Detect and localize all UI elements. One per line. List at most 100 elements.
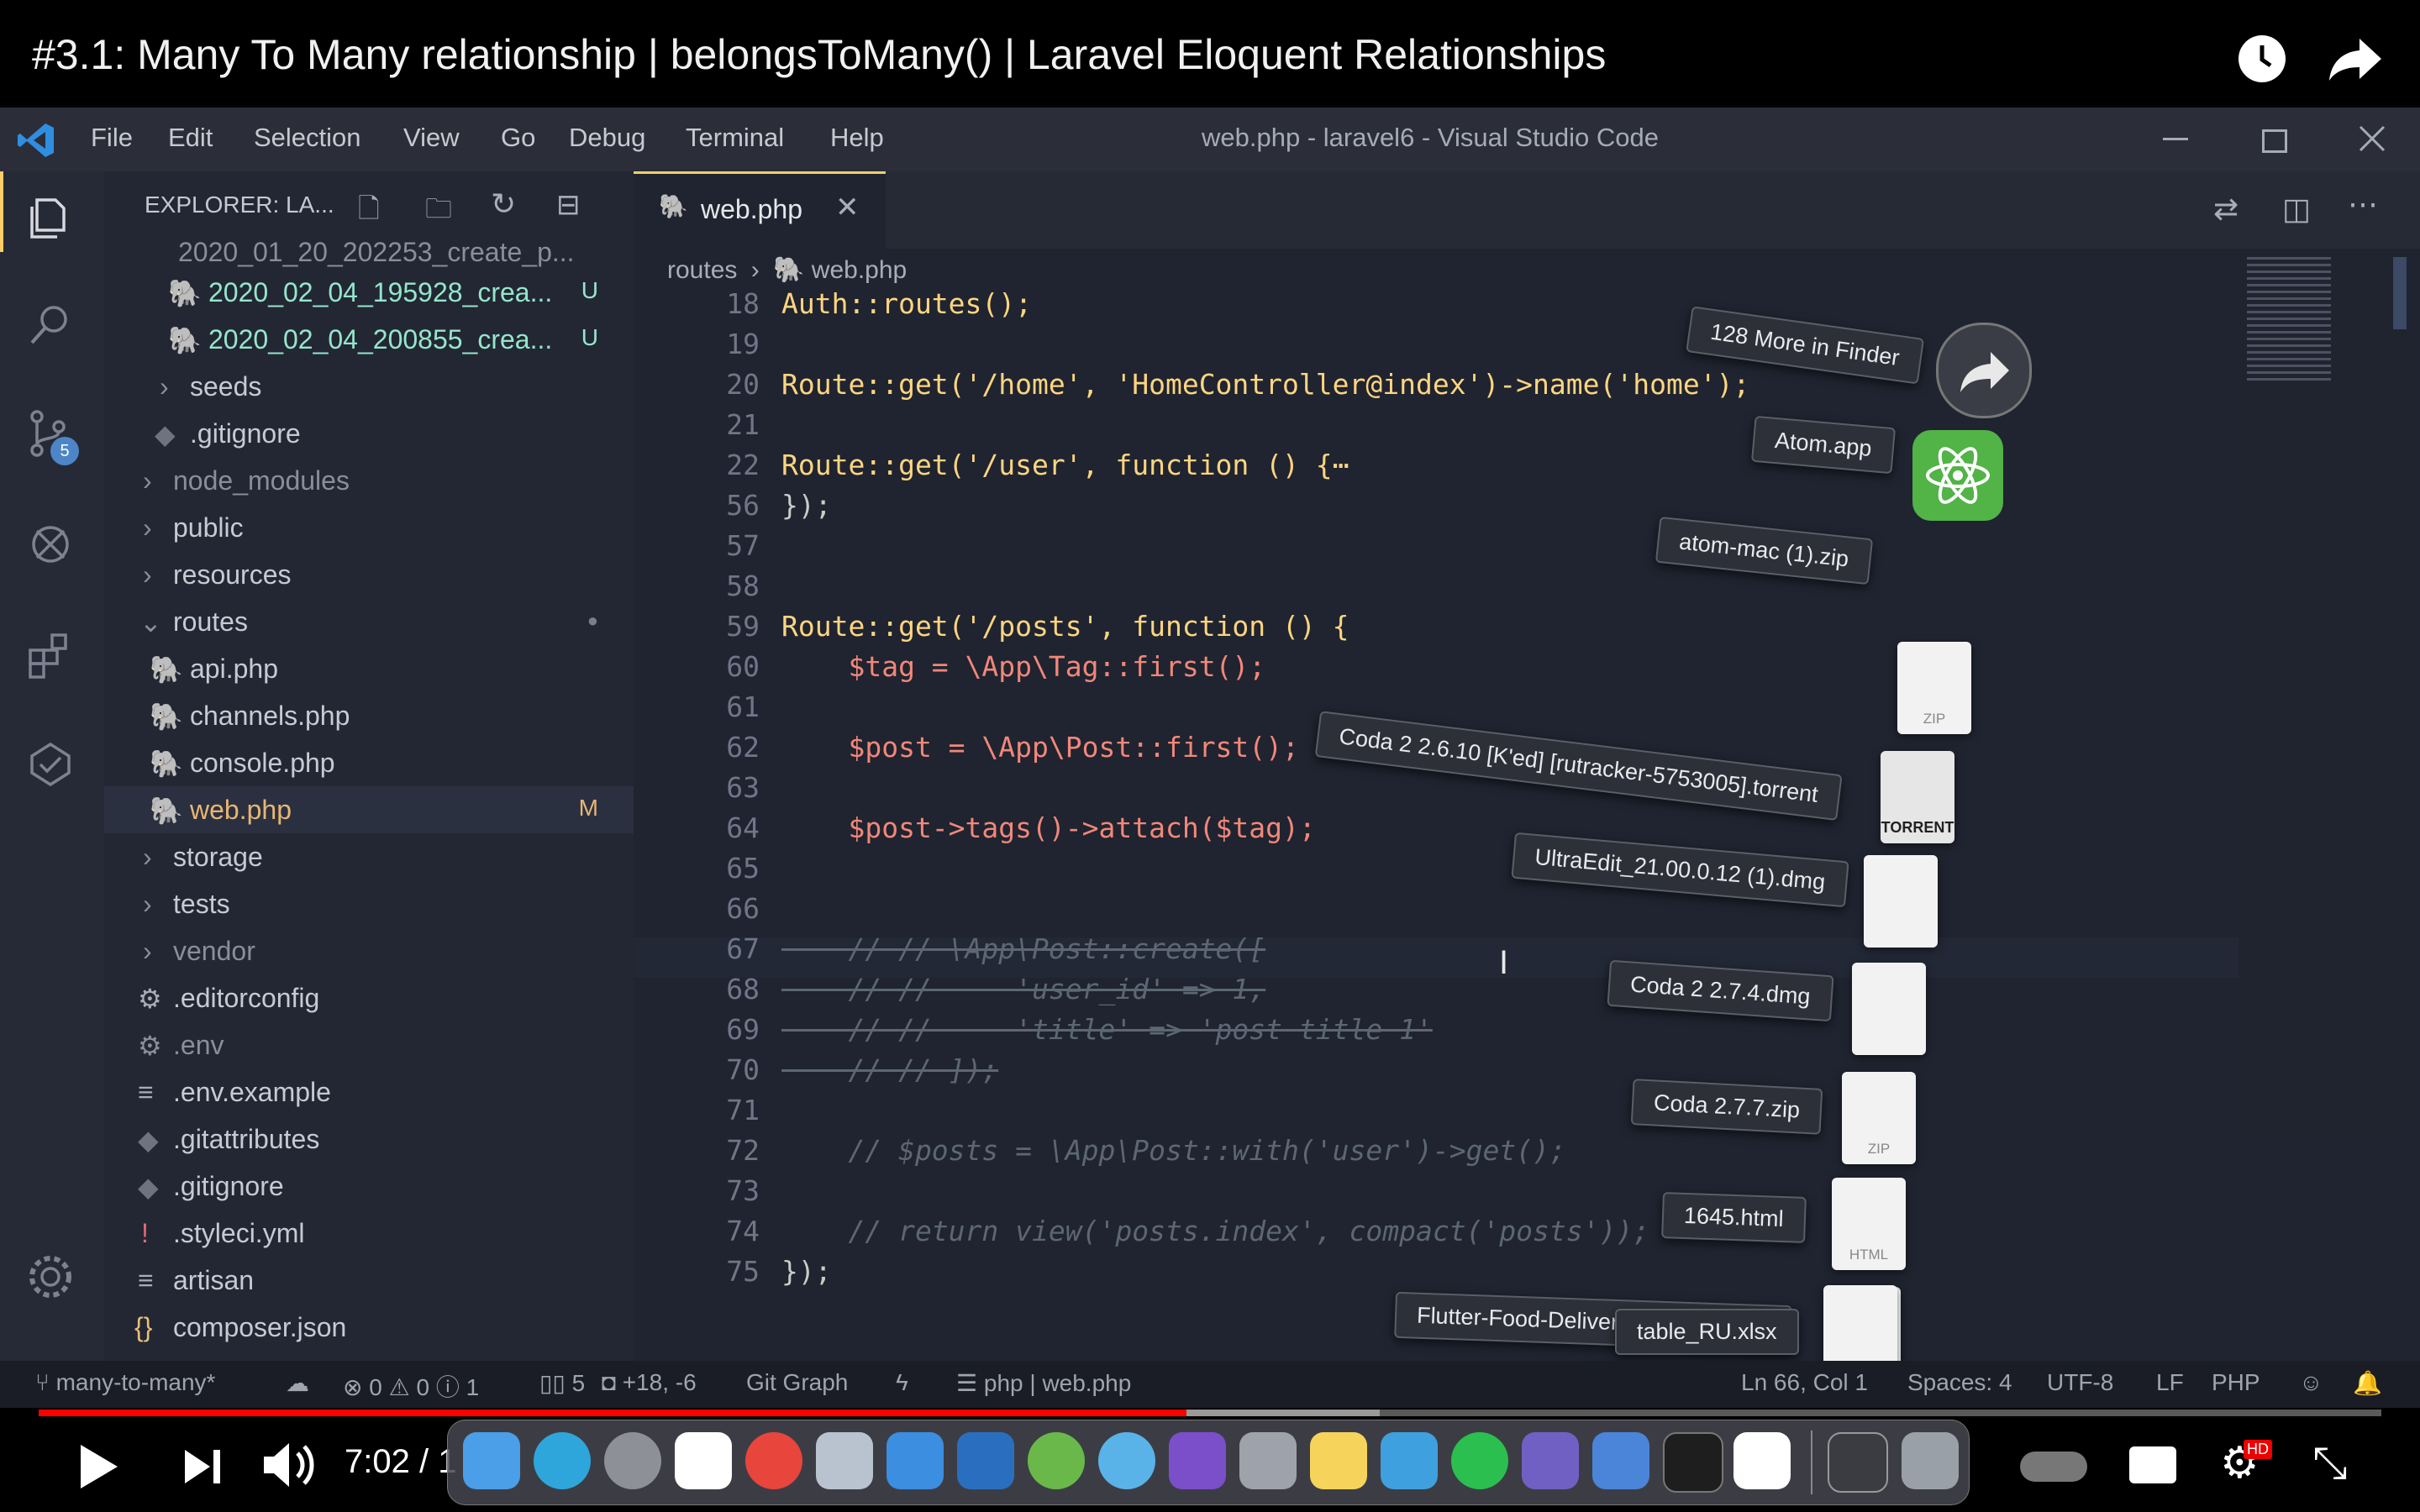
github-desktop-icon[interactable] — [1169, 1432, 1226, 1489]
tree-item[interactable]: ⚙ .env — [104, 1021, 634, 1068]
scrollbar-thumb[interactable] — [2393, 257, 2407, 329]
tree-item[interactable]: 🐘 channels.php — [104, 692, 634, 739]
code-line[interactable]: 72 // $posts = \App\Post::with('user')->… — [634, 1134, 2314, 1174]
tree-item[interactable]: ◆ .gitignore — [104, 410, 634, 457]
debug-icon[interactable] — [25, 519, 76, 570]
menu-debug[interactable]: Debug — [569, 123, 645, 153]
close-window-icon[interactable] — [2358, 124, 2386, 153]
split-editor-icon[interactable]: ◫ — [2282, 192, 2311, 227]
database-icon[interactable] — [1239, 1432, 1297, 1489]
code-line[interactable]: 71 — [634, 1094, 2314, 1134]
tree-item[interactable]: 🐘 api.php — [104, 645, 634, 692]
tree-item[interactable]: ◆ .gitignore — [104, 1163, 634, 1210]
progress-played[interactable] — [39, 1410, 1187, 1416]
code-line[interactable]: 67 // // \App\Post::create([ — [634, 932, 2314, 973]
code-area[interactable]: 18 Auth::routes(); 19 20 Route::get('/home',… — [634, 287, 2238, 1337]
breadcrumb-file[interactable]: web.php — [812, 256, 907, 284]
watch-later-icon[interactable] — [2237, 34, 2287, 84]
git-graph-button[interactable]: Git Graph — [746, 1369, 848, 1396]
code-line[interactable]: 58 — [634, 570, 2314, 610]
code-line[interactable]: 60 $tag = \App\Tag::first(); — [634, 650, 2314, 690]
menu-go[interactable]: Go — [501, 123, 535, 153]
folder-resources[interactable]: › resources — [104, 551, 634, 598]
minimap[interactable] — [2238, 249, 2407, 1131]
diff-summary[interactable]: ◘ +18, -6 — [602, 1369, 697, 1396]
share-icon[interactable] — [2328, 35, 2383, 82]
xcode-tools-icon[interactable] — [1592, 1432, 1649, 1489]
notifications-icon[interactable]: 🔔 — [2353, 1369, 2382, 1397]
code-line[interactable]: 74 // return view('posts.index', compact… — [634, 1215, 2314, 1255]
trash-icon[interactable] — [1902, 1432, 1959, 1489]
sync-icon[interactable]: ☁ — [286, 1369, 309, 1397]
tree-item[interactable]: {} composer.json — [104, 1304, 634, 1351]
app-store-icon[interactable] — [675, 1432, 732, 1489]
tree-item[interactable]: 🐘 console.php — [104, 739, 634, 786]
menu-view[interactable]: View — [403, 123, 460, 153]
folder-tests[interactable]: › tests — [104, 880, 634, 927]
language-path[interactable]: ☰ php | web.php — [956, 1369, 1131, 1397]
sourcetree-icon[interactable] — [1381, 1432, 1438, 1489]
search-icon[interactable] — [25, 299, 76, 349]
breadcrumb-folder[interactable]: routes — [667, 256, 737, 284]
tab-web-php[interactable]: 🐘 web.php ✕ — [634, 171, 886, 251]
folder-storage[interactable]: › storage — [104, 833, 634, 880]
volume-icon[interactable] — [260, 1438, 318, 1492]
telegram-icon[interactable] — [534, 1432, 591, 1489]
refresh-icon[interactable]: ↻ — [491, 186, 516, 222]
cloud-icon[interactable] — [1098, 1432, 1155, 1489]
autoplay-toggle[interactable] — [2020, 1452, 2087, 1482]
code-line[interactable]: 22 Route::get('/user', function () {⋯ — [634, 449, 2314, 489]
subtitles-icon[interactable] — [2129, 1446, 2176, 1483]
finder-icon[interactable] — [463, 1432, 520, 1489]
folder-seeds[interactable]: › seeds — [104, 363, 634, 410]
tree-item[interactable]: 🐘 2020_02_04_195928_crea... U — [104, 269, 634, 316]
tree-item[interactable]: ≡ .env.example — [104, 1068, 634, 1116]
notes-icon[interactable] — [1310, 1432, 1367, 1489]
code-line[interactable]: 61 — [634, 690, 2314, 731]
chrome-icon[interactable] — [745, 1432, 802, 1489]
code-line[interactable]: 21 — [634, 408, 2314, 449]
minimize-icon[interactable] — [2163, 138, 2188, 140]
code-line[interactable]: 66 — [634, 892, 2314, 932]
encoding[interactable]: UTF-8 — [2047, 1369, 2113, 1396]
folder-routes[interactable]: ⌄ routes ● — [104, 598, 634, 645]
spring-tool-icon[interactable] — [1028, 1432, 1085, 1489]
folder-public[interactable]: › public — [104, 504, 634, 551]
transmit-upload-icon[interactable] — [1733, 1432, 1791, 1489]
end-of-line[interactable]: LF — [2156, 1369, 2184, 1396]
feedback-icon[interactable]: ☺ — [2299, 1369, 2323, 1396]
compare-changes-icon[interactable]: ⇄ — [2213, 192, 2238, 227]
whatsapp-icon[interactable] — [1451, 1432, 1508, 1489]
code-line[interactable]: 64 $post->tags()->attach($tag); — [634, 811, 2314, 852]
settings-gear-icon[interactable] — [25, 1252, 76, 1302]
exit-fullscreen-icon[interactable]: ⤡ — [2312, 1441, 2348, 1485]
tree-item[interactable]: ◆ .gitattributes — [104, 1116, 634, 1163]
live-share-icon[interactable] — [25, 739, 76, 790]
menu-file[interactable]: File — [91, 123, 133, 153]
downloads-stack-icon[interactable] — [1828, 1432, 1888, 1493]
system-preferences-icon[interactable] — [604, 1432, 661, 1489]
tree-item-selected[interactable]: 🐘 web.php M — [104, 786, 634, 833]
code-line[interactable]: 18 Auth::routes(); — [634, 287, 2314, 328]
stack-file-label[interactable]: table_RU.xlsx — [1615, 1309, 1799, 1355]
code-line[interactable]: 56}); — [634, 489, 2314, 529]
terminal-icon[interactable] — [1663, 1432, 1723, 1493]
code-line[interactable]: 57 — [634, 529, 2314, 570]
vscode-dock-icon[interactable] — [957, 1432, 1014, 1489]
menu-selection[interactable]: Selection — [254, 123, 361, 153]
viber-icon[interactable] — [1522, 1432, 1579, 1489]
menu-terminal[interactable]: Terminal — [686, 123, 784, 153]
play-icon[interactable] — [76, 1441, 121, 1492]
folder-vendor[interactable]: › vendor — [104, 927, 634, 974]
code-line[interactable]: 62 $post = \App\Post::first(); — [634, 731, 2314, 771]
lightning-icon[interactable]: ϟ — [896, 1369, 908, 1396]
extensions-icon[interactable] — [25, 630, 76, 680]
explorer-icon[interactable] — [25, 192, 76, 242]
code-line[interactable]: 59 Route::get('/posts', function () { — [634, 610, 2314, 650]
tree-item[interactable]: ⚙ .editorconfig — [104, 974, 634, 1021]
menu-edit[interactable]: Edit — [168, 123, 213, 153]
language-mode[interactable]: PHP — [2212, 1369, 2260, 1396]
code-line[interactable]: 63 — [634, 771, 2314, 811]
tree-item[interactable]: ! .styleci.yml — [104, 1210, 634, 1257]
code-line[interactable]: 68 // // 'user_id' => 1, — [634, 973, 2314, 1013]
